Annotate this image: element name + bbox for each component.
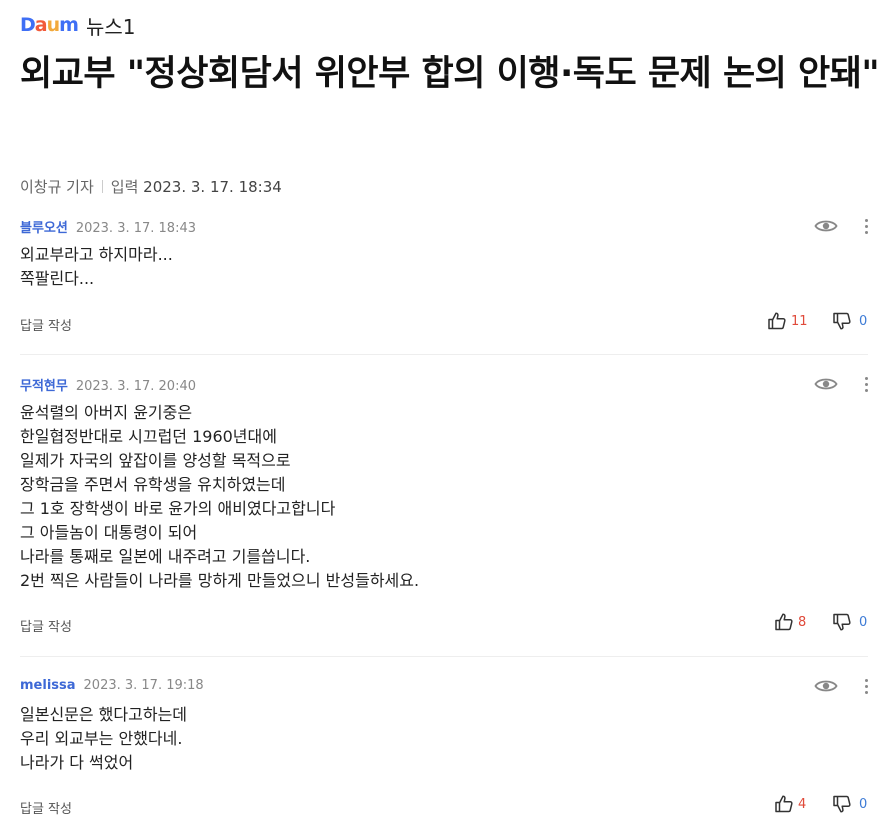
like-count: 11 — [791, 313, 808, 329]
comment-author[interactable]: 블루오션 — [20, 221, 68, 236]
dislike-count: 0 — [859, 614, 868, 630]
daum-logo[interactable]: Daum — [20, 14, 79, 36]
like-count: 4 — [798, 796, 807, 812]
eye-icon[interactable] — [814, 218, 838, 234]
thumbs-up-icon — [775, 613, 793, 631]
reply-button[interactable]: 답글 작성 — [20, 315, 72, 334]
comment-time: 2023. 3. 17. 20:40 — [75, 379, 196, 394]
site-header: Daum 뉴스1 — [20, 10, 135, 40]
comment-author[interactable]: 무적현무 — [20, 379, 68, 394]
dislike-button[interactable]: 0 — [832, 612, 867, 632]
logo-letter: m — [59, 14, 79, 36]
kebab-menu-icon[interactable] — [862, 679, 870, 697]
eye-icon[interactable] — [814, 376, 838, 392]
dislike-button[interactable]: 0 — [832, 794, 867, 814]
thumbs-up-icon — [768, 312, 786, 330]
comment-author[interactable]: melissa — [20, 678, 76, 693]
comment-time: 2023. 3. 17. 18:43 — [75, 221, 196, 236]
dislike-count: 0 — [859, 796, 868, 812]
published-date: 2023. 3. 17. 18:34 — [143, 178, 282, 196]
thumbs-down-icon — [833, 312, 851, 330]
comment-time: 2023. 3. 17. 19:18 — [83, 678, 204, 693]
article-title: 외교부 "정상회담서 위안부 합의 이행·독도 문제 논의 안돼" — [20, 54, 880, 94]
logo-letter: D — [20, 14, 36, 36]
reporter-name[interactable]: 이창규 기자 — [20, 178, 94, 196]
kebab-menu-icon[interactable] — [862, 377, 870, 395]
like-button[interactable]: 11 — [767, 311, 808, 331]
logo-letter: a — [34, 14, 48, 36]
reply-button[interactable]: 답글 작성 — [20, 616, 72, 635]
comment-header: 무적현무 2023. 3. 17. 20:40 — [20, 375, 196, 394]
like-button[interactable]: 8 — [774, 612, 806, 632]
article-meta: 이창규 기자 입력 2023. 3. 17. 18:34 — [20, 176, 282, 197]
logo-letter: u — [46, 14, 60, 36]
like-button[interactable]: 4 — [774, 794, 806, 814]
thumbs-down-icon — [833, 795, 851, 813]
comment-header: 블루오션 2023. 3. 17. 18:43 — [20, 217, 196, 236]
reply-button[interactable]: 답글 작성 — [20, 798, 72, 817]
dislike-count: 0 — [859, 313, 868, 329]
news-source[interactable]: 뉴스1 — [86, 11, 136, 40]
comment-body: 일본신문은 했다고하는데 우리 외교부는 안했다네. 나라가 다 썩었어 — [20, 705, 188, 772]
comment-body: 외교부라고 하지마라... 쪽팔린다... — [20, 245, 173, 288]
dislike-button[interactable]: 0 — [832, 311, 867, 331]
comment-header: melissa 2023. 3. 17. 19:18 — [20, 678, 204, 693]
kebab-menu-icon[interactable] — [862, 219, 870, 237]
eye-icon[interactable] — [814, 678, 838, 694]
comment-divider — [20, 354, 868, 355]
like-count: 8 — [798, 614, 807, 630]
date-label: 입력 — [110, 178, 139, 196]
comment-divider — [20, 656, 868, 657]
thumbs-down-icon — [833, 613, 851, 631]
thumbs-up-icon — [775, 795, 793, 813]
meta-divider — [101, 180, 103, 193]
comment-body: 윤석렬의 아버지 윤기중은 한일협정반대로 시끄럽던 1960년대에 일제가 자… — [20, 403, 420, 590]
